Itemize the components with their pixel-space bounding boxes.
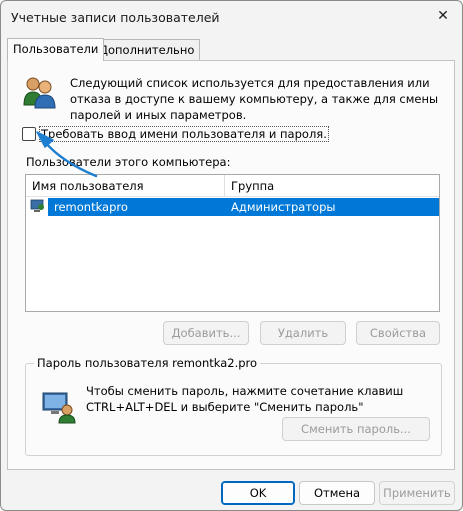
column-divider [224, 175, 225, 196]
cancel-button[interactable]: Отмена [299, 481, 375, 505]
ok-button[interactable]: OK [221, 481, 295, 505]
users-icon [23, 77, 56, 109]
title-bar: Учетные записи пользователей ✕ [1, 1, 462, 33]
password-instructions: Чтобы сменить пароль, нажмите сочетание … [86, 384, 404, 414]
tab-users[interactable]: Пользователи [7, 38, 105, 61]
require-login-checkbox[interactable] [22, 127, 36, 141]
password-group-title: Пароль пользователя remontka2.pro [34, 356, 261, 370]
add-user-button[interactable]: Добавить... [163, 321, 249, 345]
user-account-icon [30, 199, 44, 212]
list-header: Имя пользователя Группа [26, 175, 439, 197]
remove-user-button[interactable]: Удалить [260, 321, 346, 345]
properties-button[interactable]: Свойства [356, 321, 440, 345]
users-tab-panel: Следующий список используется для предос… [7, 60, 455, 470]
user-name-cell: remontkapro [54, 200, 128, 214]
users-list[interactable]: Имя пользователя Группа remontkapro Адми… [25, 174, 440, 312]
user-accounts-dialog: Учетные записи пользователей ✕ Пользоват… [0, 0, 463, 511]
user-password-icon [42, 392, 76, 424]
tab-advanced[interactable]: Дополнительно [93, 39, 201, 60]
password-group: Пароль пользователя remontka2.pro Чтобы … [25, 356, 442, 456]
column-group[interactable]: Группа [231, 179, 274, 193]
apply-button[interactable]: Применить [379, 481, 455, 505]
users-list-label: Пользователи этого компьютера: [26, 155, 231, 169]
column-username[interactable]: Имя пользователя [32, 179, 144, 193]
change-password-button[interactable]: Сменить пароль... [282, 417, 430, 441]
intro-text: Следующий список используется для предос… [70, 76, 439, 122]
window-title: Учетные записи пользователей [11, 10, 220, 25]
close-icon[interactable]: ✕ [430, 3, 456, 29]
user-group-cell: Администраторы [231, 200, 336, 214]
table-row[interactable]: remontkapro Администраторы [26, 198, 439, 216]
require-login-label[interactable]: Требовать ввод имени пользователя и паро… [39, 126, 329, 142]
